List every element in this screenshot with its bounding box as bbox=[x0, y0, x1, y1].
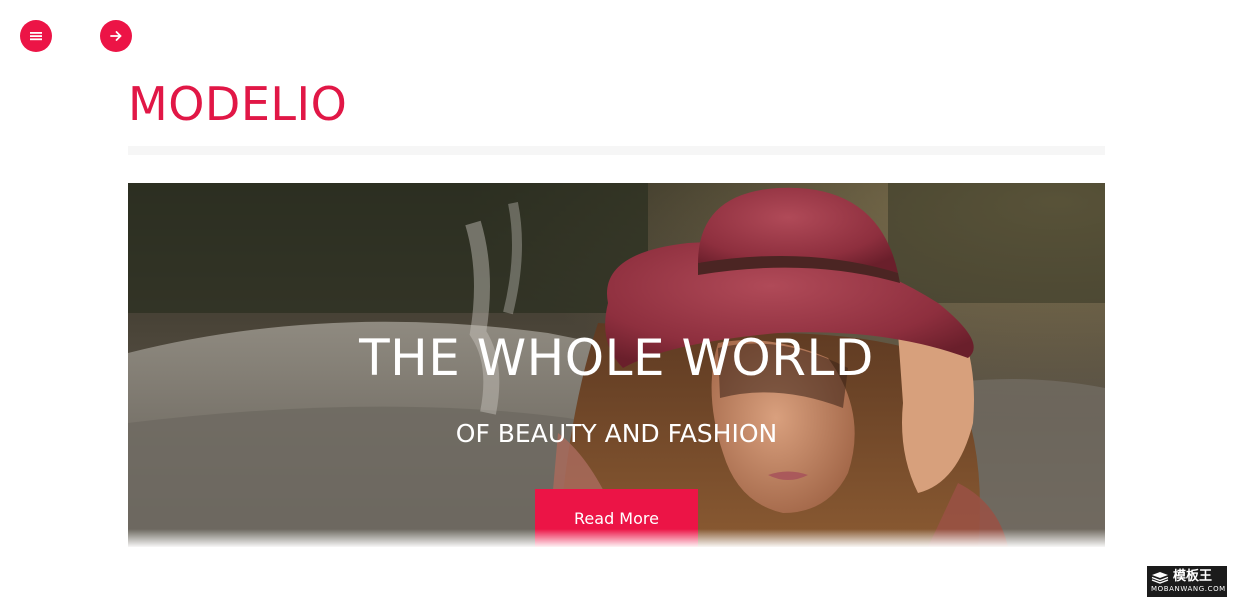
hero-title: THE WHOLE WORLD bbox=[359, 329, 874, 387]
hero-banner: THE WHOLE WORLD OF BEAUTY AND FASHION Re… bbox=[128, 183, 1105, 547]
header-divider bbox=[128, 146, 1105, 155]
page: MODELIO THE WHOLE WORLD OF BEAUTY AND FA… bbox=[0, 0, 1233, 600]
next-button[interactable] bbox=[100, 20, 132, 52]
watermark-top: 模板王 bbox=[1151, 569, 1223, 585]
watermark-badge[interactable]: 模板王 MOBANWANG.COM bbox=[1147, 566, 1227, 597]
arrow-right-icon bbox=[110, 31, 122, 41]
watermark-url: MOBANWANG.COM bbox=[1151, 585, 1226, 593]
menu-icon bbox=[30, 32, 42, 41]
brand-logo[interactable]: MODELIO bbox=[128, 76, 347, 132]
hero-subtitle: OF BEAUTY AND FASHION bbox=[455, 419, 778, 448]
hero-fade bbox=[128, 529, 1105, 547]
menu-button[interactable] bbox=[20, 20, 52, 52]
stack-logo-icon bbox=[1151, 571, 1169, 584]
watermark-brand: 模板王 bbox=[1173, 569, 1213, 584]
